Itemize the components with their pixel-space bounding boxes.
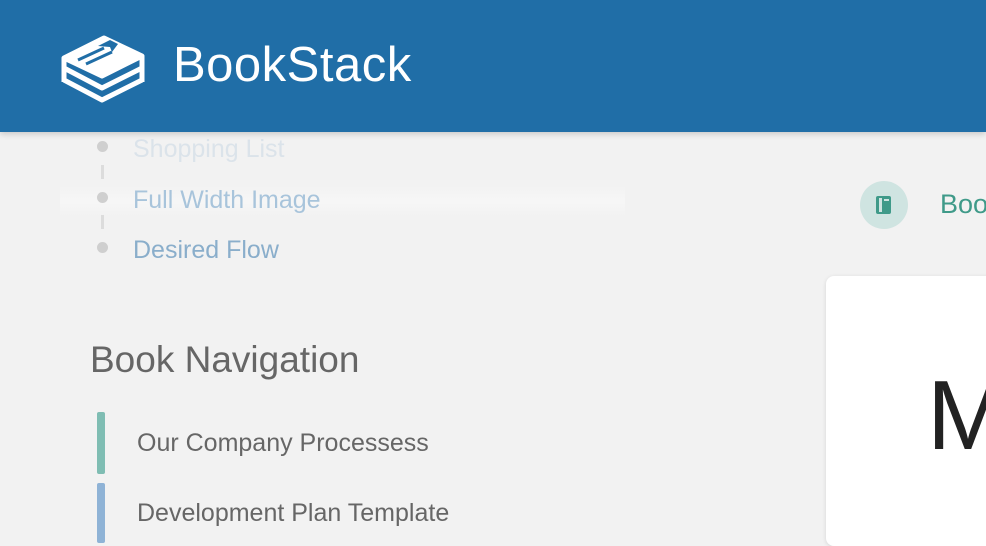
book-color-bar [97, 483, 105, 543]
nav-dot [97, 192, 108, 203]
app-name[interactable]: BookStack [173, 34, 412, 96]
book-glyph-icon [876, 196, 891, 214]
bookstack-logo-icon[interactable] [60, 26, 146, 104]
top-header: BookStack [0, 0, 986, 132]
content-card: M [826, 276, 986, 546]
nav-dot [97, 242, 108, 253]
book-item-development-plan-template[interactable]: Development Plan Template [137, 497, 449, 529]
breadcrumb-book-link[interactable]: Boo [940, 187, 986, 221]
nav-connector [101, 215, 104, 229]
nav-dot [97, 141, 108, 152]
nav-item-shopping-list[interactable]: Shopping List [133, 134, 285, 164]
book-color-bar [97, 412, 105, 474]
book-item-our-company-processess[interactable]: Our Company Processess [137, 427, 429, 459]
nav-item-desired-flow[interactable]: Desired Flow [133, 235, 279, 265]
nav-item-full-width-image[interactable]: Full Width Image [133, 185, 321, 215]
nav-connector [101, 165, 104, 179]
page-title: M [927, 360, 986, 470]
book-navigation-title: Book Navigation [90, 339, 360, 380]
book-icon[interactable] [860, 181, 908, 229]
